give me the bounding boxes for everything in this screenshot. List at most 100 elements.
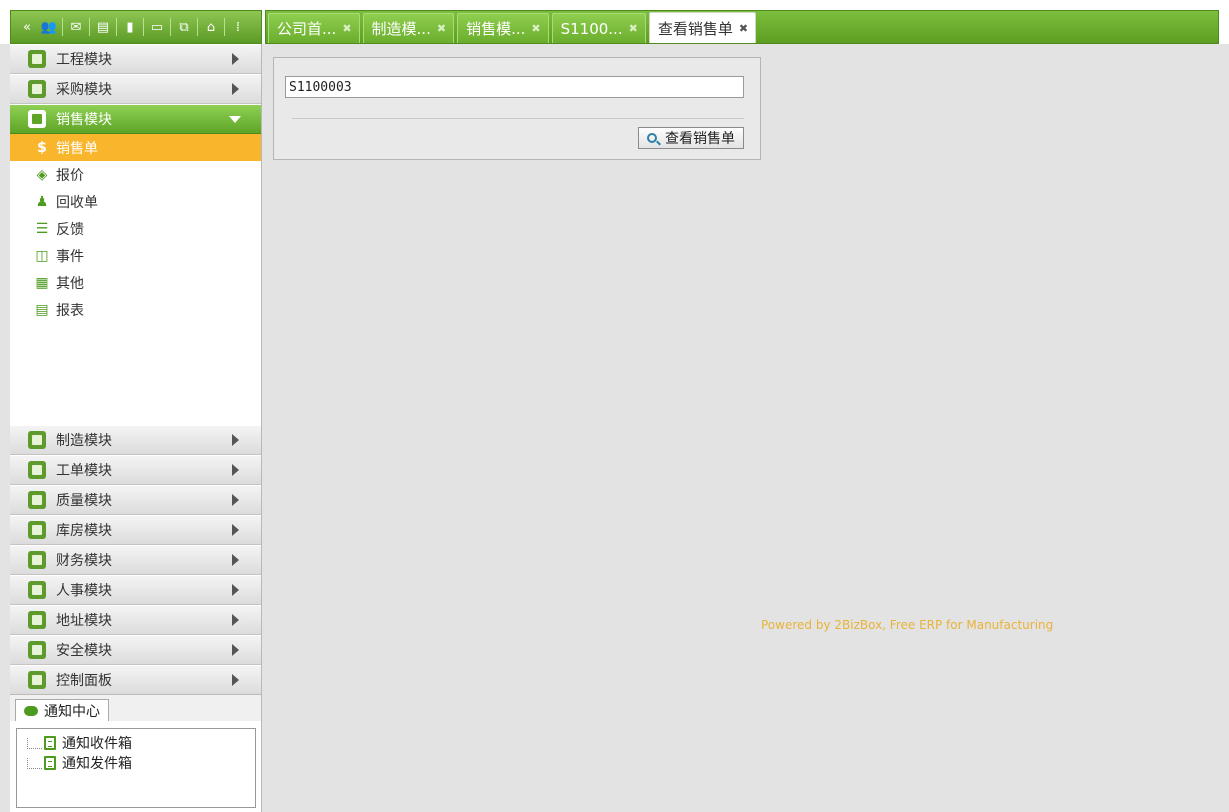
tab-sales-order[interactable]: S1100... ✖: [551, 13, 646, 43]
book-icon: ◫: [35, 247, 49, 264]
document-icon[interactable]: ▤: [93, 17, 113, 37]
tab-label: 销售模...: [466, 20, 526, 38]
chart-icon[interactable]: ▮: [120, 17, 140, 37]
tree-item-label: 通知收件箱: [62, 736, 132, 752]
module-work-order[interactable]: 工单模块: [10, 456, 261, 485]
grip-icon[interactable]: ⁞: [228, 17, 248, 37]
tree-connector: [27, 737, 42, 749]
chevron-right-icon: [232, 464, 239, 476]
sidebar-item-return[interactable]: ♟ 回收单: [10, 188, 261, 215]
tree-item-outbox[interactable]: 通知发件箱: [27, 753, 132, 773]
divider: [292, 118, 744, 119]
tab-sales[interactable]: 销售模... ✖: [457, 13, 549, 43]
mail-icon[interactable]: ✉: [66, 17, 86, 37]
module-icon: [28, 50, 46, 68]
module-label: 库房模块: [56, 523, 112, 539]
module-label: 工程模块: [56, 52, 112, 68]
search-icon: [647, 133, 657, 143]
notification-header: 通知中心: [10, 694, 261, 721]
close-icon[interactable]: ✖: [739, 22, 748, 35]
tree-connector: [27, 757, 42, 769]
tab-view-sales-order[interactable]: 查看销售单 ✖: [648, 12, 757, 43]
chevron-right-icon: [232, 614, 239, 626]
close-icon[interactable]: ✖: [531, 22, 540, 35]
grid-icon: ▦: [35, 274, 49, 291]
sidebar-item-label: 其他: [56, 275, 84, 292]
sidebar-item-label: 反馈: [56, 221, 84, 238]
toolbar-separator: [170, 18, 171, 36]
module-label: 控制面板: [56, 673, 112, 689]
module-warehouse[interactable]: 库房模块: [10, 516, 261, 545]
module-icon: [28, 581, 46, 599]
users-icon[interactable]: 👥: [39, 17, 59, 37]
module-finance[interactable]: 财务模块: [10, 546, 261, 575]
module-icon: [28, 521, 46, 539]
close-icon[interactable]: ✖: [437, 22, 446, 35]
module-label: 质量模块: [56, 493, 112, 509]
sidebar-item-event[interactable]: ◫ 事件: [10, 242, 261, 269]
module-icon: [28, 491, 46, 509]
sidebar-item-quote[interactable]: ◈ 报价: [10, 161, 261, 188]
module-quality[interactable]: 质量模块: [10, 486, 261, 515]
button-label: 查看销售单: [665, 131, 735, 147]
tab-manufacturing[interactable]: 制造模... ✖: [362, 13, 455, 43]
order-number-input[interactable]: [285, 76, 744, 98]
toolbar-separator: [143, 18, 144, 36]
module-label: 安全模块: [56, 643, 112, 659]
module-icon: [28, 611, 46, 629]
sidebar: 工程模块 采购模块 销售模块 $ 销售单 ◈ 报价 ♟ 回收单 ☰ 反馈 ◫ 事…: [10, 44, 262, 812]
chevron-down-icon: [229, 115, 241, 123]
module-purchasing[interactable]: 采购模块: [10, 75, 261, 104]
module-label: 销售模块: [56, 112, 112, 128]
module-icon: [28, 641, 46, 659]
home-icon[interactable]: ⌂: [201, 17, 221, 37]
tab-notification-center[interactable]: 通知中心: [15, 699, 109, 721]
toolbar-separator: [62, 18, 63, 36]
quick-toolbar: « 👥 ✉ ▤ ▮ ▭ ⧉ ⌂ ⁞: [10, 10, 262, 44]
module-hr[interactable]: 人事模块: [10, 576, 261, 605]
module-icon: [28, 80, 46, 98]
top-bar: « 👥 ✉ ▤ ▮ ▭ ⧉ ⌂ ⁞ 公司首... ✖ 制造模... ✖ 销售模.…: [0, 0, 1229, 44]
module-label: 地址模块: [56, 613, 112, 629]
sidebar-item-label: 销售单: [56, 140, 98, 157]
tree-item-label: 通知发件箱: [62, 756, 132, 772]
tree-item-inbox[interactable]: 通知收件箱: [27, 733, 132, 753]
sidebar-item-other[interactable]: ▦ 其他: [10, 269, 261, 296]
tag-icon: ◈: [36, 166, 48, 183]
module-engineering[interactable]: 工程模块: [10, 45, 261, 74]
document-icon: [44, 736, 56, 750]
report-icon: ▤: [35, 301, 49, 318]
toolbar-separator: [89, 18, 90, 36]
module-security[interactable]: 安全模块: [10, 636, 261, 665]
view-sales-order-button[interactable]: 查看销售单: [638, 127, 744, 149]
module-label: 人事模块: [56, 583, 112, 599]
network-icon[interactable]: ⧉: [174, 17, 194, 37]
sidebar-item-sales-order[interactable]: $ 销售单: [10, 134, 261, 161]
chevron-right-icon: [232, 494, 239, 506]
collapse-icon[interactable]: «: [17, 17, 37, 37]
module-label: 制造模块: [56, 433, 112, 449]
module-icon: [28, 671, 46, 689]
tab-label: S1100...: [560, 19, 623, 38]
chat-bubble-icon: [24, 705, 38, 716]
module-manufacturing[interactable]: 制造模块: [10, 426, 261, 455]
tab-label: 查看销售单: [657, 19, 733, 38]
chevron-right-icon: [232, 584, 239, 596]
module-icon: [28, 551, 46, 569]
close-icon[interactable]: ✖: [342, 22, 351, 35]
chevron-right-icon: [232, 554, 239, 566]
sidebar-item-report[interactable]: ▤ 报表: [10, 296, 261, 323]
window-icon[interactable]: ▭: [147, 17, 167, 37]
module-address[interactable]: 地址模块: [10, 606, 261, 635]
module-sales[interactable]: 销售模块: [10, 105, 261, 134]
powered-by-text: Powered by 2BizBox, Free ERP for Manufac…: [761, 618, 1054, 632]
close-icon[interactable]: ✖: [629, 22, 638, 35]
sidebar-item-feedback[interactable]: ☰ 反馈: [10, 215, 261, 242]
notification-tab-label: 通知中心: [44, 703, 100, 720]
sidebar-item-label: 回收单: [56, 194, 98, 211]
module-control-panel[interactable]: 控制面板: [10, 666, 261, 695]
module-label: 财务模块: [56, 553, 112, 569]
tab-company-home[interactable]: 公司首... ✖: [268, 13, 360, 43]
chevron-right-icon: [232, 83, 239, 95]
tab-strip: 公司首... ✖ 制造模... ✖ 销售模... ✖ S1100... ✖ 查看…: [265, 10, 1219, 44]
